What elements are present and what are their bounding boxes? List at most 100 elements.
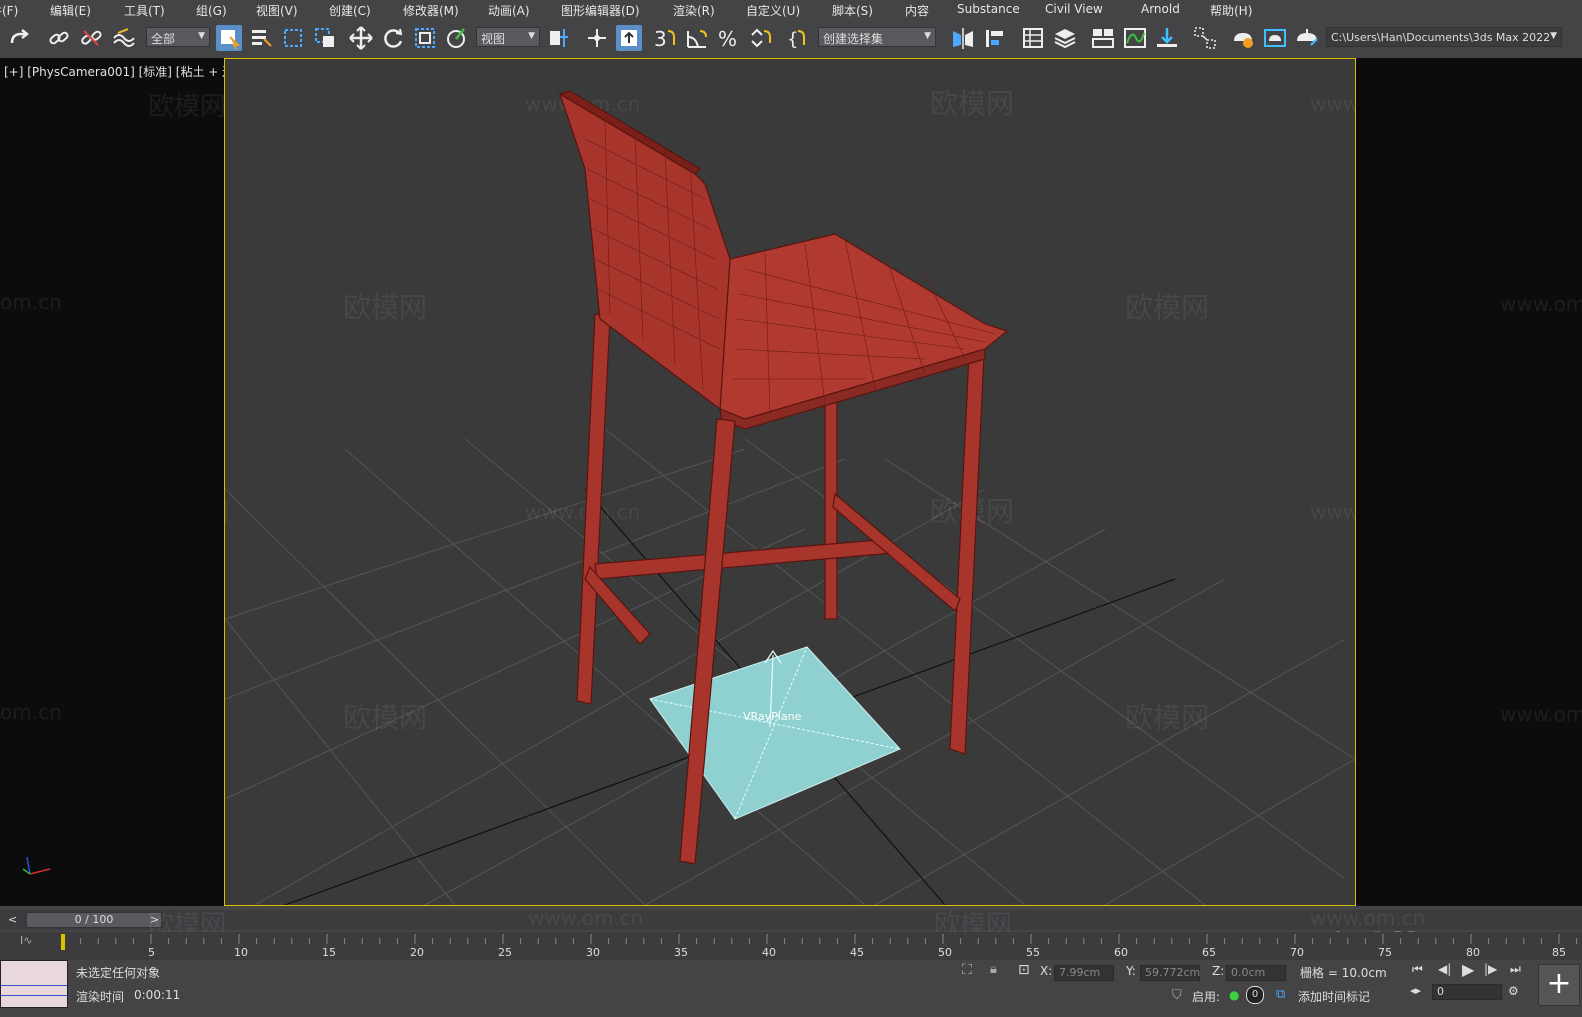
bind-spacewarp-icon[interactable] xyxy=(110,25,136,51)
mirror-icon[interactable] xyxy=(950,25,976,51)
x-coordinate-field[interactable]: 7.99cm xyxy=(1054,965,1114,981)
current-frame-field[interactable]: 0 xyxy=(1432,984,1502,1000)
menu-content[interactable]: 内容 xyxy=(905,2,929,19)
unlink-icon[interactable] xyxy=(78,25,104,51)
reference-coordinate-dropdown[interactable]: 视图 ▼ xyxy=(476,27,540,47)
rendered-frame-window-icon[interactable] xyxy=(1262,25,1288,51)
tick-label: 30 xyxy=(586,946,600,959)
select-object-icon[interactable] xyxy=(216,25,242,51)
selection-filter-dropdown[interactable]: 全部 ▼ xyxy=(146,27,210,47)
menu-help[interactable]: 帮助(H) xyxy=(1210,2,1252,19)
viewport-maximize-icon[interactable]: + xyxy=(1538,964,1580,1006)
menu-customize[interactable]: 自定义(U) xyxy=(746,2,800,19)
percent-snap-icon[interactable]: % xyxy=(716,25,742,51)
time-config-icon[interactable]: ⚙︎ xyxy=(1508,984,1519,998)
previous-frame-icon[interactable]: ◀︎| xyxy=(1438,962,1451,976)
menu-create[interactable]: 创建(C) xyxy=(329,2,371,19)
select-by-name-icon[interactable] xyxy=(248,25,274,51)
next-frame-icon[interactable]: |▶︎ xyxy=(1484,962,1497,976)
rectangular-selection-icon[interactable] xyxy=(280,25,306,51)
scene-explorer-icon[interactable] xyxy=(1020,25,1046,51)
layer-explorer-icon[interactable] xyxy=(1052,25,1078,51)
snap-toggle-icon[interactable]: 3 xyxy=(652,25,678,51)
edit-named-selection-icon[interactable]: { xyxy=(786,25,812,51)
watermark-url: www.om.cn xyxy=(1310,500,1355,524)
curve-editor-icon[interactable] xyxy=(1122,25,1148,51)
menu-modifiers[interactable]: 修改器(M) xyxy=(403,2,459,19)
menu-civil-view[interactable]: Civil View xyxy=(1045,2,1103,16)
window-crossing-icon[interactable] xyxy=(312,25,338,51)
shield-icon[interactable]: ⛉ xyxy=(1172,988,1182,1003)
render-setup-icon[interactable] xyxy=(1230,25,1256,51)
track-bar[interactable]: I∿ 5 10 15 20 25 30 35 40 45 50 55 60 65… xyxy=(0,932,1582,960)
watermark-url: om.cn xyxy=(0,700,62,724)
chevron-left-icon[interactable]: < xyxy=(8,913,17,926)
menu-tools[interactable]: 工具(T) xyxy=(124,2,165,19)
isolate-selection-icon[interactable]: ⛶ xyxy=(962,962,972,978)
camera-viewport[interactable]: www.om.cn 欧模网 www.om.cn 欧模网 www.om.cn 欧模… xyxy=(22,58,1356,906)
watermark-text: 欧模网 xyxy=(343,701,427,734)
tick-label: 15 xyxy=(322,946,336,959)
rotate-icon[interactable] xyxy=(380,25,406,51)
link-icon[interactable] xyxy=(46,25,72,51)
add-time-tag[interactable]: 添加时间标记 xyxy=(1298,988,1370,1005)
menu-group[interactable]: 组(G) xyxy=(196,2,227,19)
y-coordinate-field[interactable]: 59.772cm xyxy=(1140,965,1200,981)
menu-graph-editors[interactable]: 图形编辑器(D) xyxy=(561,2,640,19)
schematic-view-icon[interactable] xyxy=(1154,25,1180,51)
chevron-down-icon: ▼ xyxy=(528,31,535,41)
z-label: Z: xyxy=(1212,964,1225,978)
count-badge[interactable]: 0 xyxy=(1246,986,1264,1004)
viewport-label[interactable]: [+] [PhysCamera001] [标准] [粘土 + 边面] xyxy=(4,63,251,80)
key-mode-icon[interactable]: ◂▸ xyxy=(1410,984,1421,997)
z-coordinate-field[interactable]: 0.0cm xyxy=(1226,965,1286,981)
play-icon[interactable]: ▶︎ xyxy=(1462,960,1474,979)
axis-tripod-icon xyxy=(22,856,51,875)
menu-scripting[interactable]: 脚本(S) xyxy=(832,2,873,19)
tick-label: 65 xyxy=(1202,946,1216,959)
selection-status: 未选定任何对象 xyxy=(76,966,161,980)
render-production-icon[interactable] xyxy=(1294,25,1320,51)
viewport-area[interactable]: [+] [PhysCamera001] [标准] [粘土 + 边面] om.cn… xyxy=(0,58,1582,1000)
curve-editor-mini-icon[interactable]: I∿ xyxy=(20,934,32,947)
ribbon-toggle-icon[interactable] xyxy=(1090,25,1116,51)
render-time-value: 0:00:11 xyxy=(134,988,181,1002)
go-to-start-icon[interactable]: ⏮ xyxy=(1412,962,1423,977)
time-slider[interactable]: 0 / 100 xyxy=(26,912,162,928)
menu-substance[interactable]: Substance xyxy=(957,2,1020,16)
pivot-center-icon[interactable] xyxy=(546,25,572,51)
time-tag-icon[interactable]: ⧉ xyxy=(1276,987,1285,1002)
tick-label: 55 xyxy=(1026,946,1040,959)
scale-icon[interactable] xyxy=(412,25,438,51)
tick-label: 25 xyxy=(498,946,512,959)
placement-icon[interactable] xyxy=(444,25,470,51)
svg-text:{: { xyxy=(787,29,798,50)
chevron-down-icon: ▼ xyxy=(198,31,205,41)
angle-snap-icon[interactable] xyxy=(684,25,710,51)
watermark-text: 欧模网 xyxy=(343,291,427,324)
watermark-text: 欧模网 xyxy=(930,87,1014,120)
menu-file[interactable]: 文件(F) xyxy=(0,2,18,19)
menu-animation[interactable]: 动画(A) xyxy=(488,2,530,19)
project-path-dropdown[interactable]: C:\Users\Han\Documents\3ds Max 2022 ▼ xyxy=(1326,27,1562,47)
menu-rendering[interactable]: 渲染(R) xyxy=(673,2,715,19)
absolute-mode-icon[interactable]: ⊡ xyxy=(1018,962,1030,978)
lock-icon[interactable]: 🔒︎ xyxy=(990,962,997,977)
maxscript-listener[interactable] xyxy=(0,960,68,1008)
move-icon[interactable] xyxy=(348,25,374,51)
keyboard-shortcut-override-icon[interactable] xyxy=(616,25,642,51)
material-editor-icon[interactable] xyxy=(1192,25,1218,51)
render-time-label: 渲染时间 xyxy=(76,990,125,1004)
named-selection-set-dropdown[interactable]: 创建选择集 ▼ xyxy=(818,27,936,47)
go-to-end-icon[interactable]: ⏭ xyxy=(1510,962,1521,977)
spinner-snap-icon[interactable] xyxy=(748,25,774,51)
align-icon[interactable] xyxy=(982,25,1008,51)
select-manipulate-icon[interactable] xyxy=(584,25,610,51)
watermark-url: om.cn xyxy=(0,290,62,314)
menu-arnold[interactable]: Arnold xyxy=(1141,2,1180,16)
redo-icon[interactable] xyxy=(6,25,32,51)
menu-edit[interactable]: 编辑(E) xyxy=(50,2,91,19)
menu-views[interactable]: 视图(V) xyxy=(256,2,298,19)
watermark-url: www.om.cn xyxy=(528,906,644,930)
watermark-url: www.om.cn xyxy=(525,500,640,524)
